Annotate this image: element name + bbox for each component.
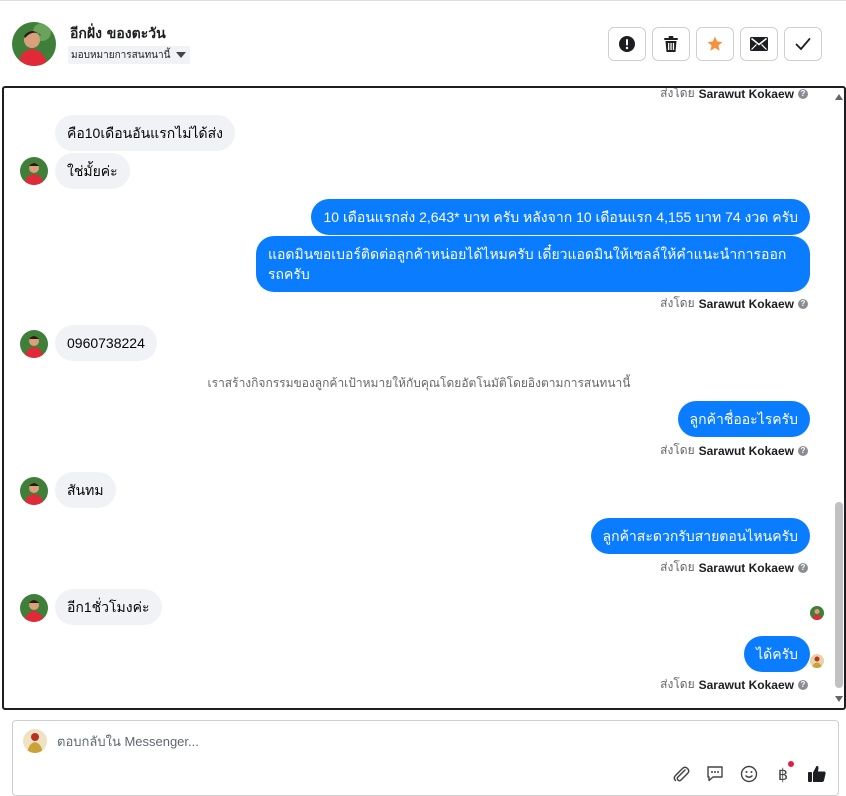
composer-toolbar: ฿ <box>670 761 828 785</box>
payment-baht-icon: ฿ <box>777 764 789 784</box>
seen-receipt-avatar <box>810 606 824 620</box>
like-icon <box>808 765 826 782</box>
check-icon <box>795 38 811 51</box>
mark-unread-button[interactable] <box>740 27 778 61</box>
assign-label: มอบหมายการสนทนานี้ <box>71 49 171 61</box>
conversation-header: อีกฝั่ง ของตะวัน มอบหมายการสนทนานี้ <box>0 0 846 86</box>
notification-dot <box>788 761 794 767</box>
contact-avatar-small <box>20 594 48 622</box>
contact-avatar-small <box>20 330 48 358</box>
exclamation-icon <box>619 36 635 52</box>
scrollbar-thumb[interactable] <box>835 502 843 688</box>
outgoing-message[interactable]: ลูกค้าสะดวกรับสายตอนไหนครับ <box>590 518 810 554</box>
attach-icon <box>673 766 690 782</box>
info-icon[interactable]: ? <box>798 298 808 309</box>
sent-by-label: ส่งโดย Sarawut Kokaew ? <box>660 294 808 313</box>
incoming-message[interactable]: ใช่มั้ยค่ะ <box>55 153 130 189</box>
message-thread[interactable]: ส่งโดย Sarawut Kokaew ? คือ10เดือนอันแรก… <box>2 86 846 710</box>
scroll-up-arrow-icon[interactable] <box>835 94 843 100</box>
incoming-message[interactable]: อีก1ชั่วโมงค่ะ <box>55 589 162 625</box>
page-avatar <box>23 729 47 753</box>
info-icon[interactable]: ? <box>798 445 808 456</box>
outgoing-message[interactable]: 10 เดือนแรกส่ง 2,643* บาท ครับ หลังจาก 1… <box>311 199 810 235</box>
sent-by-label: ส่งโดย Sarawut Kokaew ? <box>660 88 808 103</box>
assign-conversation-dropdown[interactable]: มอบหมายการสนทนานี้ <box>68 46 191 64</box>
mark-spam-button[interactable] <box>608 27 646 61</box>
incoming-message[interactable]: สันทม <box>55 472 116 508</box>
info-icon[interactable]: ? <box>798 562 808 573</box>
payment-button[interactable]: ฿ <box>772 761 794 785</box>
scroll-down-arrow-icon[interactable] <box>835 696 843 702</box>
star-icon <box>707 36 723 51</box>
incoming-message[interactable]: คือ10เดือนอันแรกไม่ได้ส่ง <box>55 115 235 151</box>
agent-seen-avatar <box>810 654 824 668</box>
outgoing-message[interactable]: ลูกค้าชื่ออะไรครับ <box>677 401 810 437</box>
info-icon[interactable]: ? <box>798 88 808 99</box>
outgoing-message[interactable]: ได้ครับ <box>744 636 810 672</box>
delete-button[interactable] <box>652 27 690 61</box>
contact-avatar-small <box>20 477 48 505</box>
contact-avatar-small <box>20 157 48 185</box>
incoming-message[interactable]: 0960738224 <box>55 325 157 361</box>
emoji-button[interactable] <box>738 763 760 785</box>
saved-replies-button[interactable] <box>704 763 726 785</box>
star-button[interactable] <box>696 27 734 61</box>
envelope-icon <box>750 37 768 51</box>
sent-by-label: ส่งโดย Sarawut Kokaew ? <box>660 558 808 577</box>
emoji-icon <box>740 765 758 783</box>
outgoing-message[interactable]: แอดมินขอเบอร์ติดต่อลูกค้าหน่อยได้ไหมครับ… <box>256 236 810 292</box>
saved-replies-icon <box>707 766 723 782</box>
scrollbar[interactable] <box>832 88 844 708</box>
like-button[interactable] <box>806 763 828 785</box>
sent-by-label: ส่งโดย Sarawut Kokaew ? <box>660 441 808 460</box>
caret-down-icon <box>176 52 187 58</box>
contact-avatar[interactable] <box>12 22 56 66</box>
contact-name[interactable]: อีกฝั่ง ของตะวัน <box>70 23 166 45</box>
system-note: เราสร้างกิจกรรมของลูกค้าเป้าหมายให้กับคุ… <box>207 376 631 390</box>
conversation-actions <box>608 27 822 61</box>
reply-input[interactable] <box>57 734 617 749</box>
info-icon[interactable]: ? <box>798 679 808 690</box>
trash-icon <box>664 36 678 52</box>
sent-by-label: ส่งโดย Sarawut Kokaew ? <box>660 675 808 694</box>
mark-done-button[interactable] <box>784 27 822 61</box>
attach-button[interactable] <box>670 763 692 785</box>
reply-composer: ฿ <box>12 720 839 796</box>
